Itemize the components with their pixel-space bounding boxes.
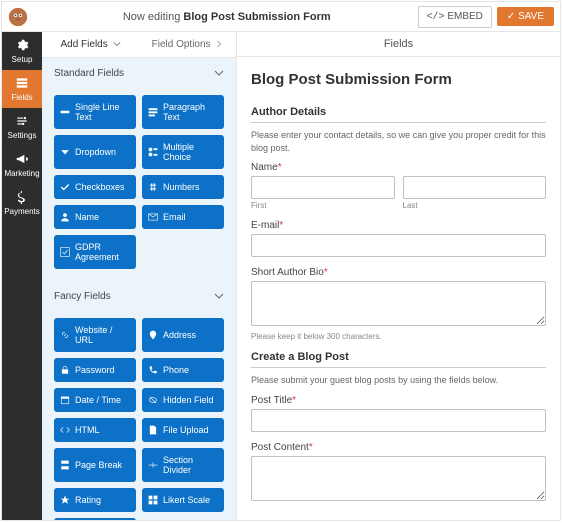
bullhorn-icon <box>15 152 29 166</box>
lock-icon <box>60 365 70 375</box>
post-title-input[interactable] <box>251 409 546 432</box>
form-title: Blog Post Submission Form <box>251 71 546 88</box>
field-html[interactable]: HTML <box>54 418 136 442</box>
bio-textarea[interactable] <box>251 281 546 326</box>
name-label: Name* <box>251 162 546 173</box>
nav-payments[interactable]: Payments <box>2 184 42 222</box>
field-single-line[interactable]: Single Line Text <box>54 95 136 129</box>
left-nav: Setup Fields Settings Marketing Payments <box>2 32 42 520</box>
sliders-icon <box>15 114 29 128</box>
nav-marketing[interactable]: Marketing <box>2 146 42 184</box>
radio-icon <box>148 147 158 157</box>
field-password[interactable]: Password <box>54 358 136 382</box>
field-hidden[interactable]: Hidden Field <box>142 388 224 412</box>
post-content-textarea[interactable] <box>251 456 546 501</box>
nav-setup[interactable]: Setup <box>2 32 42 70</box>
pagebreak-icon <box>60 460 70 470</box>
field-file[interactable]: File Upload <box>142 418 224 442</box>
field-name[interactable]: Name <box>54 205 136 229</box>
chevron-down-icon <box>214 68 224 78</box>
sidebar: Add Fields Field Options Standard Fields… <box>42 32 237 520</box>
field-dropdown[interactable]: Dropdown <box>54 135 136 169</box>
form-preview: Blog Post Submission Form Author Details… <box>237 57 560 520</box>
editing-title: Now editing Blog Post Submission Form <box>36 11 418 23</box>
grid-icon <box>148 495 158 505</box>
hash-icon <box>148 182 158 192</box>
file-icon <box>148 425 158 435</box>
eye-slash-icon <box>148 395 158 405</box>
caret-down-icon <box>60 147 70 157</box>
field-phone[interactable]: Phone <box>142 358 224 382</box>
embed-button[interactable]: </> EMBED <box>418 6 492 28</box>
section-standard[interactable]: Standard Fields <box>42 58 236 89</box>
field-paragraph[interactable]: Paragraph Text <box>142 95 224 129</box>
phone-icon <box>148 365 158 375</box>
calendar-icon <box>60 395 70 405</box>
post-title-label: Post Title* <box>251 395 546 406</box>
first-name-input[interactable] <box>251 176 395 199</box>
list-icon <box>15 76 29 90</box>
user-icon <box>60 212 70 222</box>
field-email[interactable]: Email <box>142 205 224 229</box>
star-icon <box>60 495 70 505</box>
last-sublabel: Last <box>403 201 547 210</box>
section-author: Author Details <box>251 106 546 123</box>
section-fancy[interactable]: Fancy Fields <box>42 281 236 312</box>
section-post: Create a Blog Post <box>251 351 546 368</box>
pin-icon <box>148 330 158 340</box>
post-desc: Please submit your guest blog posts by u… <box>251 374 546 387</box>
check-square-icon <box>60 247 70 257</box>
field-pagebreak[interactable]: Page Break <box>54 448 136 482</box>
post-content-label: Post Content* <box>251 442 546 453</box>
chevron-down-icon <box>113 40 121 48</box>
text-icon <box>60 107 70 117</box>
save-button[interactable]: ✓ SAVE <box>497 7 554 26</box>
wpforms-logo <box>8 7 28 27</box>
field-date[interactable]: Date / Time <box>54 388 136 412</box>
nav-fields[interactable]: Fields <box>2 70 42 108</box>
nav-settings[interactable]: Settings <box>2 108 42 146</box>
code-icon <box>60 425 70 435</box>
field-numbers[interactable]: Numbers <box>142 175 224 199</box>
field-multiple[interactable]: Multiple Choice <box>142 135 224 169</box>
tab-field-options[interactable]: Field Options <box>139 32 236 57</box>
field-nps[interactable]: Net Promoter Score <box>54 518 136 520</box>
field-gdpr[interactable]: GDPR Agreement <box>54 235 136 269</box>
bio-label: Short Author Bio* <box>251 267 546 278</box>
envelope-icon <box>148 212 158 222</box>
field-divider[interactable]: Section Divider <box>142 448 224 482</box>
first-sublabel: First <box>251 201 395 210</box>
email-label: E-mail* <box>251 220 546 231</box>
author-desc: Please enter your contact details, so we… <box>251 129 546 154</box>
paragraph-icon <box>148 107 158 117</box>
chevron-right-icon <box>215 40 223 48</box>
link-icon <box>60 330 70 340</box>
field-website[interactable]: Website / URL <box>54 318 136 352</box>
field-rating[interactable]: Rating <box>54 488 136 512</box>
gear-icon <box>15 38 29 52</box>
field-address[interactable]: Address <box>142 318 224 352</box>
check-icon <box>60 182 70 192</box>
bio-hint: Please keep it below 300 characters. <box>251 332 546 341</box>
divider-icon <box>148 460 158 470</box>
last-name-input[interactable] <box>403 176 547 199</box>
chevron-down-icon <box>214 291 224 301</box>
content-header: Fields <box>237 32 560 57</box>
field-checkboxes[interactable]: Checkboxes <box>54 175 136 199</box>
field-likert[interactable]: Likert Scale <box>142 488 224 512</box>
tab-add-fields[interactable]: Add Fields <box>42 32 139 57</box>
email-input[interactable] <box>251 234 546 257</box>
dollar-icon <box>15 190 29 204</box>
